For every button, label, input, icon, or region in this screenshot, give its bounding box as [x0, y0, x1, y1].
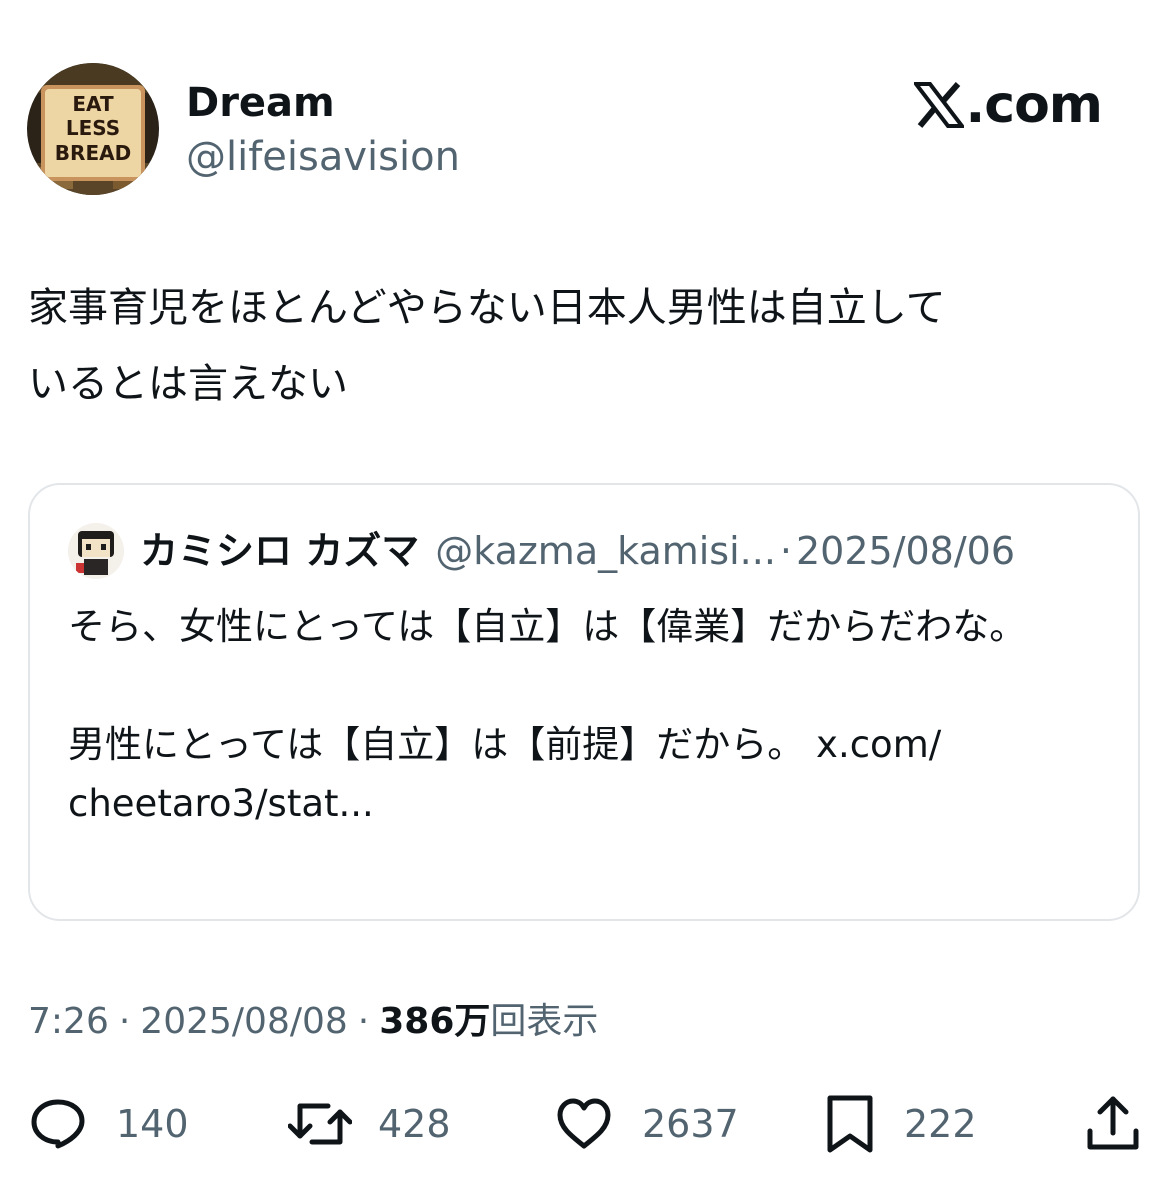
quoted-post-date: 2025/08/06	[796, 529, 1016, 573]
author-handle[interactable]: @lifeisavision	[186, 133, 460, 181]
share-button[interactable]	[1086, 1092, 1140, 1156]
like-button[interactable]: 2637	[556, 1092, 739, 1156]
quoted-author-handle: @kazma_kamisi...	[435, 529, 776, 573]
like-count: 2637	[642, 1102, 739, 1146]
author-avatar[interactable]: EAT LESS BREAD	[27, 63, 159, 195]
brand-domain-text: .com	[965, 75, 1103, 135]
meta-separator: ·	[357, 1001, 370, 1042]
bookmark-button[interactable]: 222	[826, 1092, 977, 1156]
post-metadata: 7:26 · 2025/08/08 · 386万 回表示	[28, 998, 598, 1046]
post-text: 家事育児をほとんどやらない日本人男性は自立して いるとは言えない	[28, 285, 946, 407]
quoted-post-card[interactable]: カミシロ カズマ @kazma_kamisi... · 2025/08/06 そ…	[28, 483, 1140, 921]
reply-button[interactable]: 140	[30, 1092, 189, 1156]
action-bar: 140 428 2637 222	[0, 1092, 1170, 1156]
views-label: 回表示	[490, 1001, 599, 1042]
post-date[interactable]: 2025/08/08	[140, 998, 348, 1046]
views-count: 386万	[379, 1001, 491, 1042]
x-logo-icon	[913, 82, 964, 128]
repost-icon	[288, 1103, 352, 1145]
reply-count: 140	[116, 1102, 189, 1146]
quoted-author-avatar	[68, 523, 124, 579]
bookmark-count: 222	[904, 1102, 977, 1146]
quoted-post-text: そら、女性にとっては【自立】は【偉業】だからだわな。 男性にとっては【自立】は【…	[68, 605, 1027, 825]
svg-text:EAT: EAT	[72, 92, 114, 116]
quoted-header-separator: ·	[779, 529, 792, 573]
repost-count: 428	[378, 1102, 451, 1146]
meta-separator: ·	[118, 1001, 131, 1042]
x-com-brand: .com	[913, 74, 1103, 136]
author-display-name[interactable]: Dream	[186, 79, 335, 127]
svg-text:LESS: LESS	[66, 116, 120, 140]
quoted-post-header: カミシロ カズマ @kazma_kamisi... · 2025/08/06	[68, 523, 1015, 579]
quoted-author-display-name: カミシロ カズマ	[140, 529, 420, 573]
svg-text:BREAD: BREAD	[55, 141, 131, 165]
share-icon	[1087, 1096, 1139, 1150]
heart-icon	[557, 1098, 611, 1149]
repost-button[interactable]: 428	[288, 1092, 451, 1156]
reply-bubble-icon	[31, 1099, 85, 1149]
post-time[interactable]: 7:26	[28, 998, 109, 1046]
bookmark-icon	[827, 1095, 873, 1153]
